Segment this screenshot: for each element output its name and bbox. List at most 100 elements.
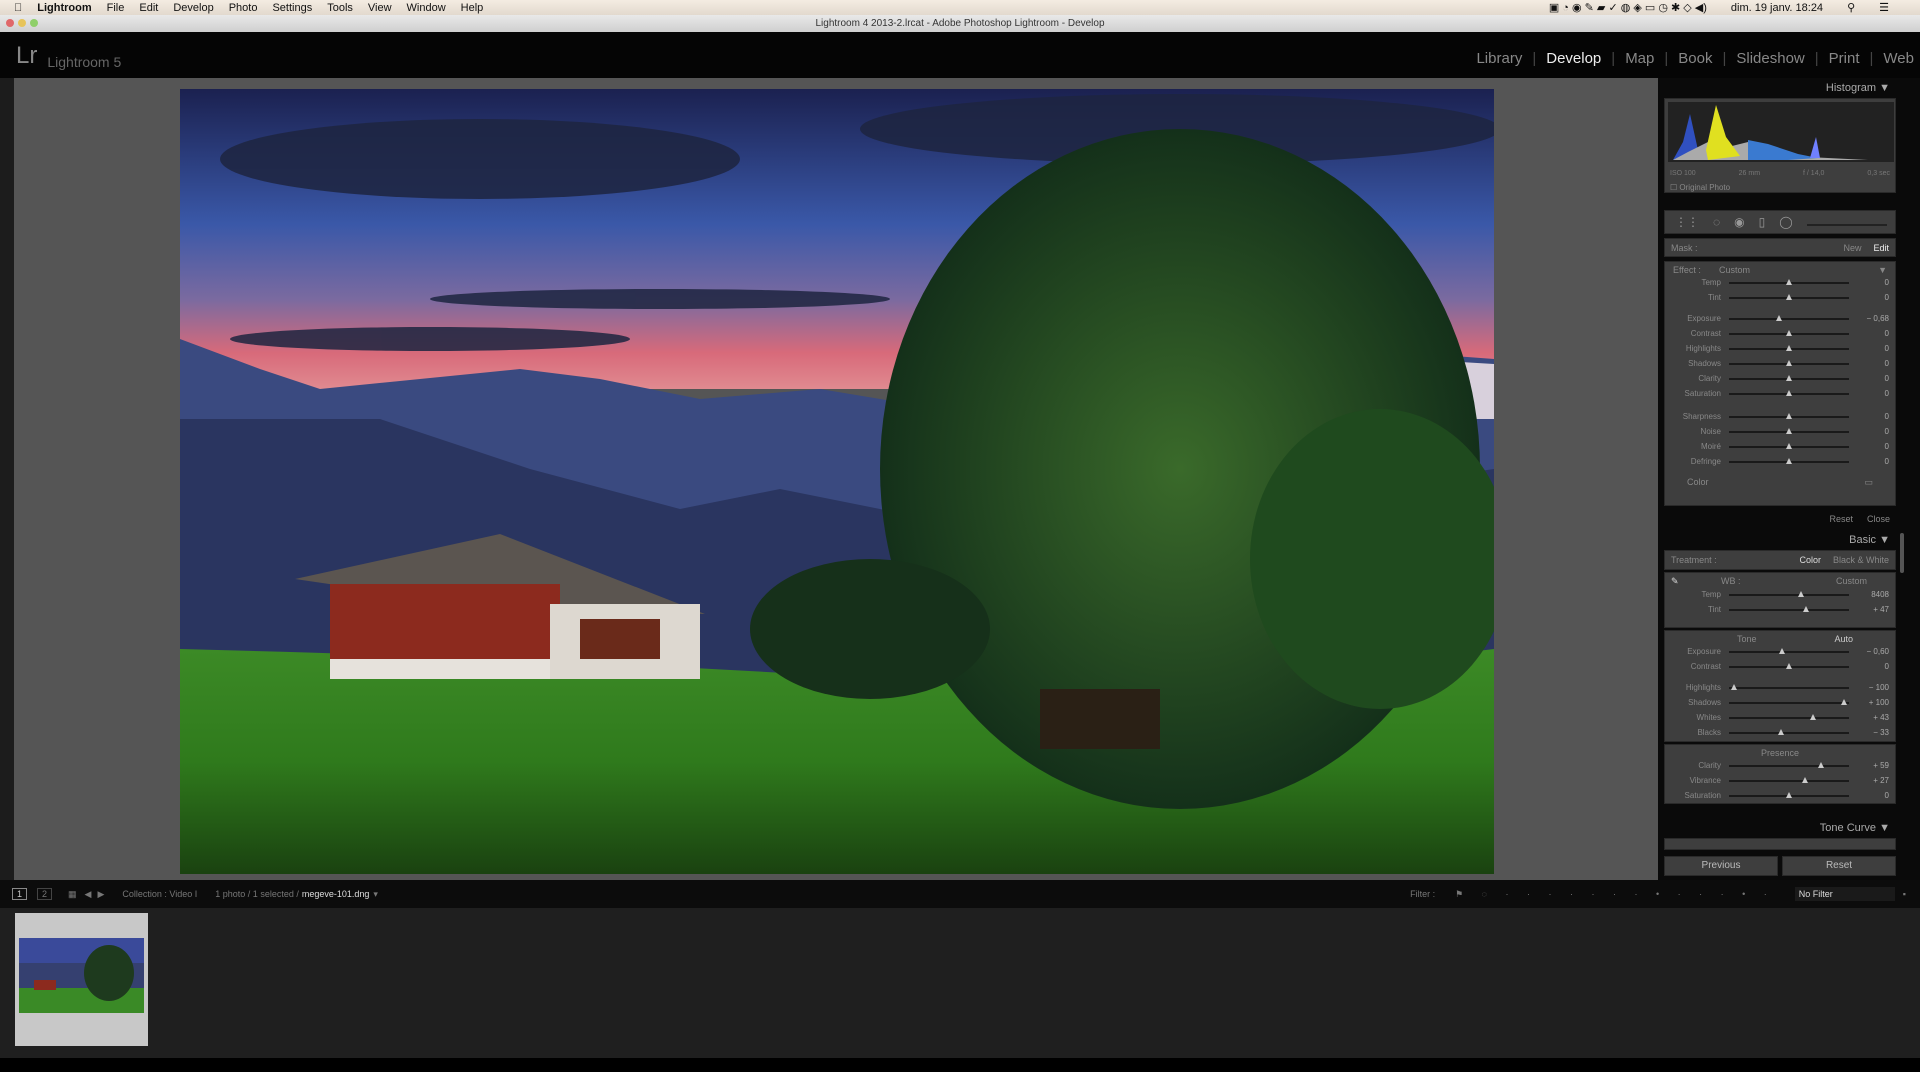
slider-handle[interactable] [1786,389,1792,396]
photo-preview[interactable] [180,89,1494,874]
filter-lock-icon[interactable]: ▪ [1903,889,1906,899]
menu-settings[interactable]: Settings [272,2,312,14]
slider-value[interactable]: 0 [1853,329,1889,338]
basic-header[interactable]: Basic ▼ [1664,534,1896,546]
slider-value[interactable]: 8408 [1853,590,1889,599]
slider-handle[interactable] [1786,442,1792,449]
slider-handle[interactable] [1786,359,1792,366]
slider-handle[interactable] [1786,457,1792,464]
status-icons[interactable]: ▣ ◔ ◉ ✎ ▰ ✓ ◍ ◈ ▭ ◷ ✱ ◇ ◀) [1549,1,1707,14]
filter-dropdown[interactable]: No Filter [1794,887,1895,901]
slider-handle[interactable] [1777,728,1784,735]
module-library[interactable]: Library [1476,50,1522,67]
filename-dropdown-icon[interactable]: ▾ [373,889,378,900]
tone-curve-header[interactable]: Tone Curve ▼ [1664,822,1896,834]
filter-rating-icons[interactable]: ⚑ ◌ · · · · · · · • · · · • · [1455,889,1775,900]
histogram-header[interactable]: Histogram ▼ [1664,82,1896,94]
left-panel-collapsed[interactable] [0,78,14,880]
slider-track[interactable] [1729,776,1849,783]
slider-track[interactable] [1729,791,1849,798]
slider-value[interactable]: 0 [1853,662,1889,671]
slider-track[interactable] [1729,647,1849,654]
panel-scrollbar[interactable] [1900,533,1904,573]
wb-eyedropper-icon[interactable]: ✎ [1671,576,1721,587]
zoom-window-button[interactable] [30,19,38,27]
forward-arrow-icon[interactable]: ▶ [97,889,104,900]
slider-value[interactable]: + 43 [1853,713,1889,722]
mask-color-swatch[interactable]: ▭ [1864,477,1873,488]
slider-value[interactable]: 0 [1853,359,1889,368]
slider-value[interactable]: − 0,60 [1853,647,1889,656]
slider-track[interactable] [1729,278,1849,285]
view-2-button[interactable]: 2 [37,888,53,900]
slider-value[interactable]: + 47 [1853,605,1889,614]
slider-value[interactable]: 0 [1853,412,1889,421]
slider-track[interactable] [1729,761,1849,768]
tone-auto-button[interactable]: Auto [1834,634,1853,644]
mask-new-button[interactable]: New [1843,243,1861,253]
slider-value[interactable]: 0 [1853,427,1889,436]
module-develop[interactable]: Develop [1546,50,1601,67]
mask-close-button[interactable]: Close [1867,514,1890,524]
slider-handle[interactable] [1801,776,1808,783]
spot-removal-icon[interactable]: ◌ [1713,215,1720,229]
module-print[interactable]: Print [1829,50,1860,67]
slider-track[interactable] [1729,713,1849,720]
slider-handle[interactable] [1786,329,1792,336]
menu-photo[interactable]: Photo [229,2,258,14]
slider-track[interactable] [1729,457,1849,464]
filmstrip-thumbnail[interactable] [15,913,148,1046]
effect-preset-dropdown[interactable]: Custom [1719,265,1878,275]
slider-track[interactable] [1729,359,1849,366]
menu-edit[interactable]: Edit [139,2,158,14]
filename[interactable]: megeve-101.dng [302,889,370,899]
slider-handle[interactable] [1786,344,1792,351]
module-web[interactable]: Web [1883,50,1914,67]
slider-value[interactable]: 0 [1853,457,1889,466]
mask-edit-button[interactable]: Edit [1873,243,1889,253]
slider-handle[interactable] [1841,698,1848,705]
menu-window[interactable]: Window [407,2,446,14]
slider-track[interactable] [1729,389,1849,396]
slider-track[interactable] [1729,344,1849,351]
image-canvas[interactable] [14,78,1658,880]
minimize-window-button[interactable] [18,19,26,27]
slider-value[interactable]: 0 [1853,374,1889,383]
spotlight-icon[interactable]: ⚲ [1847,1,1855,14]
slider-handle[interactable] [1730,683,1737,690]
slider-handle[interactable] [1786,427,1792,434]
menu-app[interactable]: Lightroom [37,2,91,14]
slider-value[interactable]: 0 [1853,791,1889,800]
slider-value[interactable]: 0 [1853,442,1889,451]
slider-value[interactable]: − 100 [1853,683,1889,692]
notification-icon[interactable]: ☰ [1879,1,1889,14]
slider-value[interactable]: 0 [1853,293,1889,302]
slider-handle[interactable] [1818,761,1825,768]
slider-track[interactable] [1729,728,1849,735]
radial-filter-icon[interactable]: ◯ [1779,215,1792,229]
treatment-color-button[interactable]: Color [1799,555,1821,565]
slider-handle[interactable] [1798,590,1804,597]
module-slideshow[interactable]: Slideshow [1736,50,1804,67]
slider-track[interactable] [1729,314,1849,321]
slider-track[interactable] [1729,412,1849,419]
slider-value[interactable]: + 59 [1853,761,1889,770]
graduated-filter-icon[interactable]: ▯ [1759,215,1766,229]
slider-track[interactable] [1729,329,1849,336]
menu-file[interactable]: File [107,2,125,14]
slider-track[interactable] [1729,374,1849,381]
menu-view[interactable]: View [368,2,392,14]
slider-track[interactable] [1729,662,1849,669]
slider-value[interactable]: 0 [1853,278,1889,287]
slider-handle[interactable] [1802,605,1809,612]
back-arrow-icon[interactable]: ◀ [85,889,92,900]
slider-track[interactable] [1729,605,1849,612]
reset-button[interactable]: Reset [1782,856,1896,876]
module-book[interactable]: Book [1678,50,1712,67]
slider-value[interactable]: 0 [1853,344,1889,353]
crop-tool-icon[interactable]: ⋮⋮ [1675,215,1699,229]
slider-handle[interactable] [1786,412,1792,419]
slider-handle[interactable] [1786,662,1792,669]
original-photo-checkbox[interactable]: ☐ [1670,183,1677,192]
slider-track[interactable] [1729,698,1849,705]
